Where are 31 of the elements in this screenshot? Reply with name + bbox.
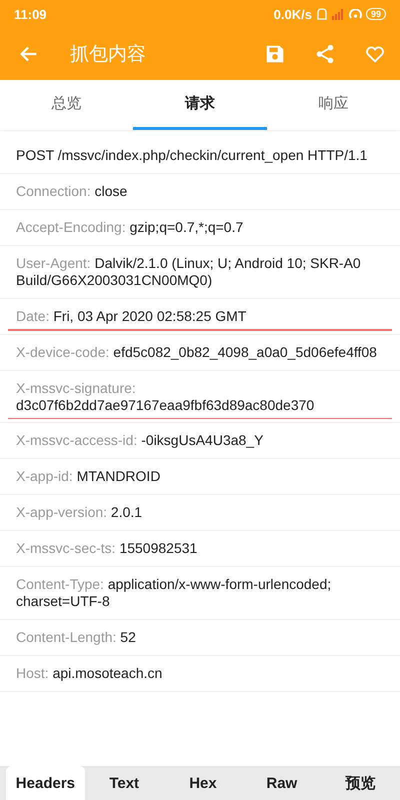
tab[interactable]: Hex: [164, 766, 242, 800]
tab[interactable]: 响应: [266, 80, 400, 130]
header-line: Connection: close: [16, 183, 128, 200]
header-line: User-Agent: Dalvik/2.1.0 (Linux; U; Android 10; SKR-A0 Build/G66X2003031CN00MQ0): [16, 255, 362, 289]
status-time: 11:09: [14, 6, 47, 22]
header-line: Content-Length: 52: [16, 629, 137, 646]
header-line: Host: api.mosoteach.cn: [16, 665, 164, 682]
battery-level: 99: [366, 8, 386, 20]
header-line: Accept-Encoding: gzip;q=0.7,*;q=0.7: [16, 219, 244, 236]
tab[interactable]: Text: [84, 766, 164, 800]
header-line: X-mssvc-sec-ts: 1550982531: [16, 540, 198, 557]
hotspot-icon: [348, 8, 362, 20]
header-line: X-app-version: 2.0.1: [16, 504, 144, 521]
share-icon[interactable]: [314, 43, 336, 65]
sim-icon: [316, 8, 328, 20]
tab[interactable]: Headers: [6, 766, 85, 800]
tab[interactable]: 请求: [133, 80, 267, 130]
header-line: X-app-id: MTANDROID: [16, 468, 162, 485]
header-line: Content-Type: application/x-www-form-urlencoded; charset=UTF-8: [16, 576, 332, 610]
signal-icon: [332, 8, 345, 20]
tab[interactable]: Raw: [242, 766, 322, 800]
save-icon[interactable]: [264, 43, 286, 65]
network-speed: 0.0K/s: [274, 6, 312, 22]
tab[interactable]: 总览: [0, 80, 134, 130]
header-line: X-device-code: efd5c082_0b82_4098_a0a0_5d06efe4ff08: [16, 344, 378, 360]
header-line: X-mssvc-access-id: -0iksgUsA4U3a8_Y: [16, 432, 264, 449]
toolbar-title: 抓包内容: [70, 43, 147, 67]
header-line: Date: Fri, 03 Apr 2020 02:58:25 GMT: [16, 308, 248, 325]
header-line: X-mssvc-signature: d3c07f6b2dd7ae97167eaa9fbf63d89ac80de370: [16, 380, 316, 414]
tab[interactable]: 预览: [321, 766, 400, 800]
request-line: POST /mssvc/index.php/checkin/current_open HTTP/1.1: [16, 147, 368, 164]
